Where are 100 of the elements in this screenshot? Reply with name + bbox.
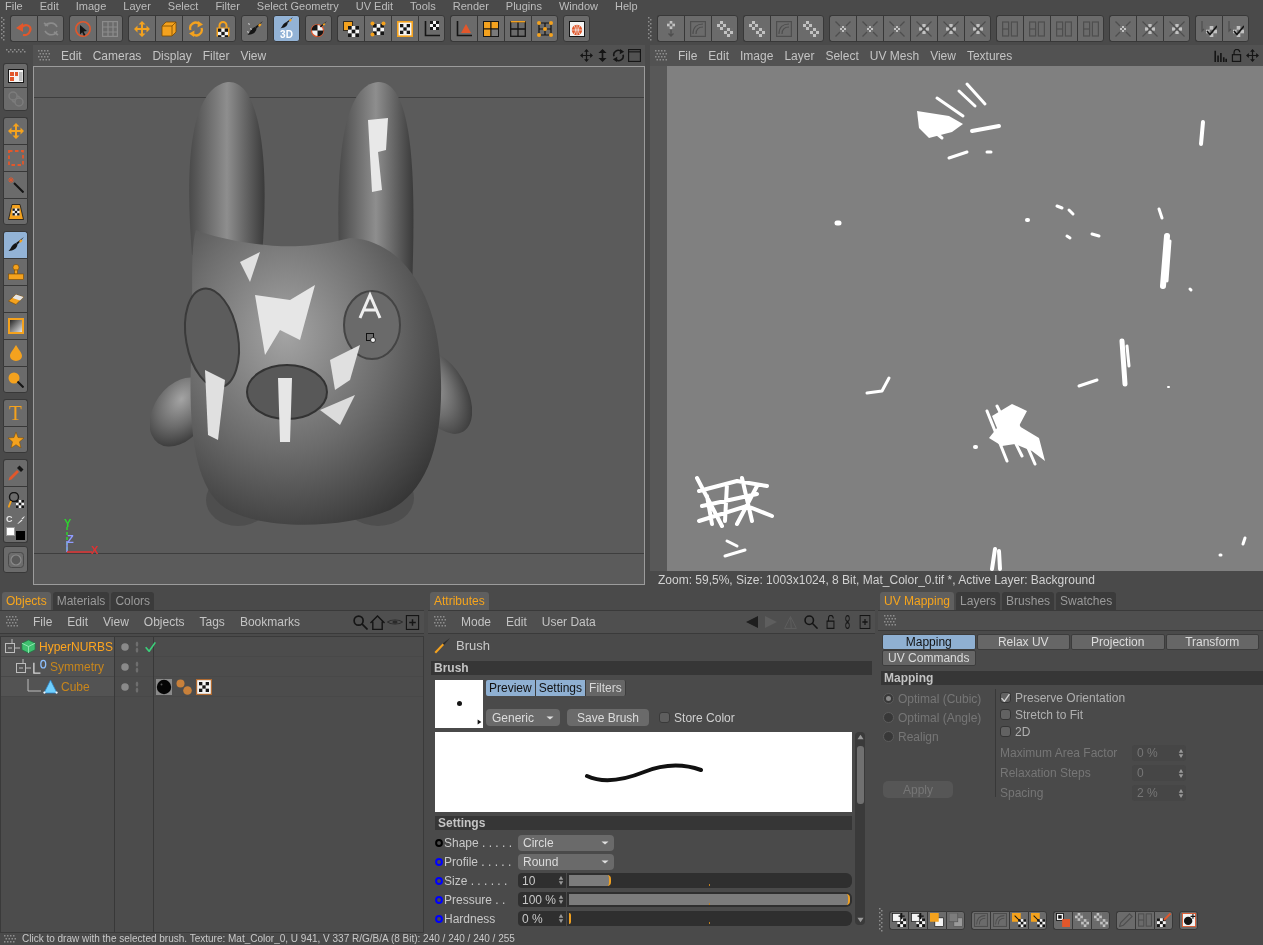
- grip-icon[interactable]: [655, 49, 667, 62]
- spinner-icon[interactable]: [558, 914, 564, 923]
- panel-tab[interactable]: Colors: [111, 592, 155, 610]
- menu-item[interactable]: Image: [75, 0, 107, 12]
- tool-button[interactable]: [711, 15, 738, 42]
- texture-painting[interactable]: [667, 66, 1263, 571]
- pan-arrows-icon[interactable]: [1246, 49, 1259, 62]
- tool-button[interactable]: [856, 15, 883, 42]
- tool-button[interactable]: [908, 910, 927, 930]
- panel-tab[interactable]: Layers: [956, 592, 1001, 610]
- tool-button[interactable]: [391, 15, 418, 42]
- keyframe-dot-icon[interactable]: [435, 857, 443, 866]
- tool-button[interactable]: [829, 15, 856, 42]
- keyframe-dot-icon[interactable]: [435, 895, 443, 904]
- visibility-dot-icon[interactable]: [121, 642, 129, 651]
- menu-item[interactable]: Objects: [143, 616, 185, 628]
- tool-button[interactable]: [3, 231, 28, 258]
- panel-tab[interactable]: Objects: [2, 592, 51, 610]
- panel-tab[interactable]: Brushes: [1002, 592, 1055, 610]
- menu-item[interactable]: Display: [152, 49, 192, 62]
- spinner-icon[interactable]: [558, 895, 564, 904]
- sub-tab[interactable]: UV Commands: [882, 650, 976, 666]
- new-panel-icon[interactable]: [859, 615, 871, 629]
- collapse-box-icon[interactable]: [4, 638, 20, 655]
- pan-arrows-icon[interactable]: [580, 49, 593, 62]
- menu-item[interactable]: Edit: [506, 616, 527, 628]
- search-icon[interactable]: [804, 615, 818, 629]
- checkbox[interactable]: [1000, 726, 1011, 737]
- tool-button[interactable]: [964, 15, 991, 42]
- sub-tab[interactable]: Relax UV: [976, 634, 1070, 650]
- tool-button[interactable]: [743, 15, 770, 42]
- menu-item[interactable]: Edit: [67, 616, 89, 628]
- tool-button[interactable]: [910, 15, 937, 42]
- tool-button[interactable]: [3, 63, 28, 87]
- new-panel-icon[interactable]: [405, 614, 420, 630]
- menu-item[interactable]: User Data: [541, 616, 596, 628]
- grip-icon[interactable]: [6, 616, 18, 628]
- tool-button[interactable]: [305, 15, 332, 42]
- visibility-dot-icon[interactable]: [121, 662, 129, 671]
- color-swatch[interactable]: [16, 531, 25, 540]
- sub-tab[interactable]: Mapping: [882, 634, 976, 650]
- number-field[interactable]: 0 %: [518, 911, 566, 926]
- setting-dropdown[interactable]: Round: [518, 853, 614, 870]
- menu-item[interactable]: UV Edit: [355, 0, 394, 12]
- spinner-icon[interactable]: [558, 876, 564, 885]
- tool-button[interactable]: [1136, 15, 1163, 42]
- menu-item[interactable]: Layer: [784, 49, 815, 62]
- tool-button[interactable]: [3, 366, 28, 393]
- maximize-window-icon[interactable]: [628, 49, 641, 62]
- menu-item[interactable]: Cameras: [92, 49, 142, 62]
- tool-button[interactable]: [1163, 15, 1190, 42]
- padlock-icon[interactable]: [825, 615, 836, 629]
- menu-item[interactable]: Filter: [215, 0, 240, 12]
- menu-item[interactable]: File: [5, 0, 23, 12]
- tool-button[interactable]: [1179, 910, 1198, 930]
- scrollbar-thumb[interactable]: [856, 746, 864, 804]
- checkbox[interactable]: [1000, 692, 1011, 703]
- tool-button[interactable]: [797, 15, 824, 42]
- sub-tab[interactable]: Projection: [1071, 634, 1165, 650]
- tool-button[interactable]: T: [3, 399, 28, 426]
- arrow-up-icon[interactable]: [856, 734, 864, 740]
- panel-tab[interactable]: Swatches: [1056, 592, 1117, 610]
- tool-button[interactable]: [883, 15, 910, 42]
- menu-item[interactable]: File: [33, 616, 53, 628]
- number-field[interactable]: 10: [518, 873, 566, 888]
- grip-icon[interactable]: [879, 908, 883, 932]
- two-rings-icon[interactable]: [843, 615, 852, 629]
- menu-item[interactable]: Layer: [123, 0, 151, 12]
- preset-dropdown[interactable]: Generic: [486, 709, 560, 726]
- color-swatch[interactable]: [6, 527, 16, 536]
- grip-icon[interactable]: [434, 616, 446, 628]
- tool-button[interactable]: [1009, 910, 1028, 930]
- keyframe-dot-icon[interactable]: [435, 876, 443, 885]
- padlock-icon[interactable]: [1230, 49, 1243, 62]
- menu-item[interactable]: Select: [825, 49, 859, 62]
- tool-button[interactable]: [531, 15, 558, 42]
- panel-tab[interactable]: UV Mapping: [880, 592, 955, 610]
- menu-item[interactable]: Mode: [461, 616, 492, 628]
- grip-icon[interactable]: [38, 49, 50, 62]
- tool-button[interactable]: [209, 15, 236, 42]
- grip-icon[interactable]: [884, 614, 896, 627]
- search-icon[interactable]: [353, 614, 368, 630]
- rotate-icon[interactable]: [612, 49, 625, 62]
- menu-item[interactable]: Tools: [410, 0, 436, 12]
- menu-item[interactable]: Textures: [966, 49, 1013, 62]
- setting-dropdown[interactable]: Circle: [518, 834, 614, 851]
- panel-tab[interactable]: Attributes: [430, 592, 489, 610]
- home-icon[interactable]: [370, 614, 385, 630]
- mode-tab[interactable]: Settings: [535, 680, 587, 696]
- tool-button[interactable]: [563, 15, 590, 42]
- checker-tag-icon[interactable]: [196, 678, 212, 695]
- sub-tab[interactable]: Transform: [1165, 634, 1259, 650]
- menu-item[interactable]: View: [240, 49, 267, 62]
- menu-item[interactable]: Render: [452, 0, 489, 12]
- tool-button[interactable]: [1154, 910, 1173, 930]
- visibility-dot-icon[interactable]: [121, 682, 129, 691]
- viewport-canvas[interactable]: Y Z X: [33, 66, 645, 585]
- tool-button[interactable]: [3, 312, 28, 339]
- slider-fill[interactable]: [569, 875, 612, 886]
- menu-item[interactable]: Filter: [202, 49, 230, 62]
